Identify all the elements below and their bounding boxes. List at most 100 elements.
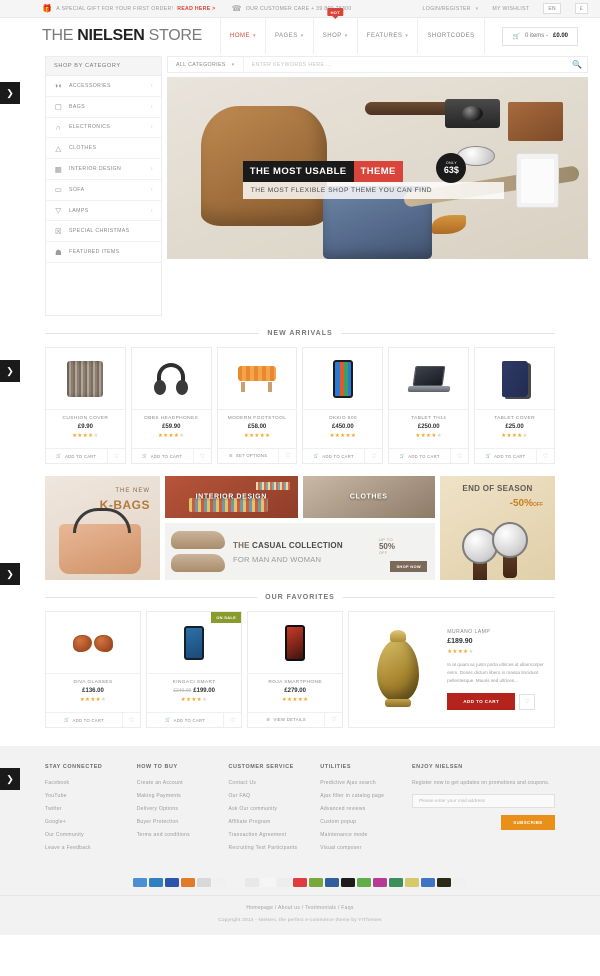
wishlist-icon[interactable]: ♡ [192, 449, 211, 464]
add-to-cart-button[interactable]: 🛒 ADD TO CART [46, 713, 122, 727]
newsletter-email-input[interactable]: Please enter your mail address [411, 794, 555, 809]
product-card[interactable]: DBBS HEADPHONES £59.90 ★★★★★ 🛒 ADD TO CAR… [130, 347, 212, 465]
shop-now-button[interactable]: SHOP NOW [390, 561, 427, 573]
nav-item-home[interactable]: HOME ▾ [219, 18, 265, 54]
product-card[interactable]: MODERN FOOTSTOOL £58.00 ★★★★★ ☰ SET OPTIO… [216, 347, 298, 465]
wishlist-icon[interactable]: ♡ [122, 713, 140, 728]
sidebar-item-clothes[interactable]: △ CLOTHES [46, 138, 161, 160]
nav-item-shop[interactable]: HOT SHOP ▾ [312, 8, 357, 54]
footer-link[interactable]: Contact Us [228, 780, 310, 786]
add-to-cart-button[interactable]: 🛒 ADD TO CART [475, 449, 536, 463]
sidebar-item-accessories[interactable]: ◑◐ ACCESSORIES › [46, 76, 161, 97]
footer-link[interactable]: Facebook [45, 780, 127, 786]
featured-product-info: MURANO LAMP £189.90 ★★★★★ In at quam ac … [447, 629, 548, 711]
product-card[interactable]: TABLET COVER £25.00 ★★★★★ 🛒 ADD TO CART ♡ [474, 347, 555, 465]
sidebar-item-lamps[interactable]: ▽ LAMPS › [46, 201, 161, 222]
add-to-cart-button[interactable]: 🛒 ADD TO CART [303, 449, 364, 463]
banner-kbags[interactable]: THE NEW K-BAGS [45, 476, 160, 581]
search-category-dropdown[interactable]: ALL CATEGORIES ▾ [168, 57, 244, 72]
slider-arrow-3[interactable]: ❯ [0, 563, 20, 585]
banner-clothes[interactable]: CLOTHES [302, 476, 435, 519]
rating-stars: ★★★★★ [415, 433, 443, 440]
currency-selector[interactable]: £ [574, 3, 588, 14]
add-to-cart-button[interactable]: 🛒 ADD TO CART [132, 449, 193, 463]
login-register-link[interactable]: LOGIN/REGISTER ▾ [423, 6, 479, 12]
top-bar: 🎁 A SPECIAL GIFT FOR YOUR FIRST ORDER! R… [0, 0, 600, 18]
add-to-cart-button[interactable]: 🛒 ADD TO CART [46, 449, 107, 463]
promo-notice[interactable]: 🎁 A SPECIAL GIFT FOR YOUR FIRST ORDER! R… [42, 4, 216, 13]
hero-slider[interactable]: THE MOST USABLE THEME THE MOST FLEXIBLE … [167, 77, 588, 259]
banner-end-of-season[interactable]: END OF SEASON -50%OFF [440, 476, 555, 581]
wishlist-icon[interactable]: ♡ [519, 693, 536, 710]
footer-link[interactable]: Terms and conditions [137, 832, 219, 838]
nav-item-features[interactable]: FEATURES ▾ [356, 18, 418, 54]
nav-item-pages[interactable]: PAGES ▾ [265, 18, 313, 54]
wishlist-icon[interactable]: ♡ [450, 449, 468, 464]
search-icon[interactable]: 🔍 [567, 60, 587, 69]
footer-link[interactable]: Google+ [45, 819, 127, 825]
product-info: DBBS HEADPHONES £59.90 ★★★★★ [132, 410, 211, 443]
view-details-button[interactable]: ☰ VIEW DETAILS [248, 713, 324, 726]
footer-link[interactable]: Custom popup [320, 819, 402, 825]
footer-link[interactable]: Advanced reviews [320, 806, 402, 812]
product-name: MODERN FOOTSTOOL [227, 416, 287, 422]
banner-interior-design[interactable]: INTERIOR DESIGN [165, 476, 298, 519]
add-to-cart-button[interactable]: ADD TO CART [447, 693, 516, 711]
product-card[interactable]: TABLET TH14 £250.00 ★★★★★ 🛒 ADD TO CART ♡ [388, 347, 470, 465]
search-input[interactable]: ENTER KEYWORDS HERE ... [244, 62, 567, 68]
product-card[interactable]: OKKIO 600 £450.00 ★★★★★ 🛒 ADD TO CART ♡ [302, 347, 384, 465]
sidebar-item-electronics[interactable]: ∩ ELECTRONICS › [46, 118, 161, 139]
add-to-cart-button[interactable]: 🛒 ADD TO CART [147, 713, 223, 727]
product-card[interactable]: ROJA SMARTPHONE £279.00 ★★★★★ ☰ VIEW DETA… [247, 611, 344, 729]
footer-link[interactable]: Ask Our community [228, 806, 310, 812]
sidebar-item-featured-items[interactable]: ☗ FEATURED ITEMS [46, 242, 161, 264]
footer-link[interactable]: Buyer Protection [137, 819, 219, 825]
banner-casual-collection[interactable]: THE CASUAL COLLECTION FOR MAN AND WOMAN … [165, 523, 435, 581]
featured-product-card[interactable]: MURANO LAMP £189.90 ★★★★★ In at quam ac … [348, 611, 556, 729]
footer-link[interactable]: Create an Account [137, 780, 219, 786]
sidebar-item-sofa[interactable]: ▭ SOFA › [46, 180, 161, 201]
wishlist-icon[interactable]: ♡ [106, 449, 125, 464]
footer-link[interactable]: Transaction Agreement [228, 832, 310, 838]
add-to-cart-button[interactable]: 🛒 ADD TO CART [389, 449, 450, 463]
footer-link[interactable]: Leave a Feedback [45, 845, 127, 851]
sidebar-item-special-christmas[interactable]: ☒ SPECIAL CHRISTMAS [46, 221, 161, 243]
product-card[interactable]: ON SALE KINGACI SMART £249.00 £199.00 ★★★… [146, 611, 243, 729]
footer-link[interactable]: Affiliate Program [228, 819, 310, 825]
slider-arrow-1[interactable]: ❯ [0, 82, 20, 104]
footer-link[interactable]: Making Payments [137, 793, 219, 799]
footer-link[interactable]: Maintenance mode [320, 832, 402, 838]
nav-item-shortcodes[interactable]: SHORTCODES [417, 18, 485, 54]
wishlist-icon[interactable]: ♡ [364, 449, 382, 464]
footer-link[interactable]: YouTube [45, 793, 127, 799]
promo-read-link[interactable]: READ HERE > [177, 6, 215, 12]
wishlist-link[interactable]: MY WISHLIST [492, 6, 529, 12]
site-logo[interactable]: THE NIELSEN STORE [42, 27, 202, 45]
banner-interior-label: INTERIOR DESIGN [195, 493, 267, 501]
product-card[interactable]: DIVA GLASSES £136.00 ★★★★★ 🛒 ADD TO CART … [45, 611, 142, 729]
sidebar-item-bags[interactable]: ▢ BAGS › [46, 97, 161, 118]
handbag-image [59, 508, 141, 575]
wishlist-icon[interactable]: ♡ [278, 449, 296, 463]
footer-link[interactable]: Twitter [45, 806, 127, 812]
sidebar-item-interior-design[interactable]: ▦ INTERIOR DESIGN › [46, 159, 161, 180]
slider-arrow-2[interactable]: ❯ [0, 360, 20, 382]
footer-link[interactable]: Ajax filter in catalog page [320, 793, 402, 799]
set-options-button[interactable]: ☰ SET OPTIONS [218, 449, 279, 462]
divider [45, 333, 260, 335]
footer-link[interactable]: Our Community [45, 832, 127, 838]
wishlist-icon[interactable]: ♡ [535, 449, 554, 464]
footer-link[interactable]: Predictive Ajax search [320, 780, 402, 786]
slider-arrow-4[interactable]: ❯ [0, 768, 20, 790]
footer-link[interactable]: Our FAQ [228, 793, 310, 799]
language-selector[interactable]: EN [543, 3, 561, 14]
bottom-links[interactable]: Homepage / About us / Testimonials / Faq… [0, 905, 600, 911]
footer-link[interactable]: Recruiting Test Participants [228, 845, 310, 851]
wishlist-icon[interactable]: ♡ [223, 713, 241, 728]
footer-link[interactable]: Visual composer [320, 845, 402, 851]
product-card[interactable]: CUSHION COVER £9.90 ★★★★★ 🛒 ADD TO CART ♡ [45, 347, 126, 465]
footer-link[interactable]: Delivery Options [137, 806, 219, 812]
cart-button[interactable]: 🛒 0 items - £0.00 [502, 26, 578, 46]
subscribe-button[interactable]: SUBSCRIBE [500, 815, 555, 831]
wishlist-icon[interactable]: ♡ [324, 713, 342, 727]
